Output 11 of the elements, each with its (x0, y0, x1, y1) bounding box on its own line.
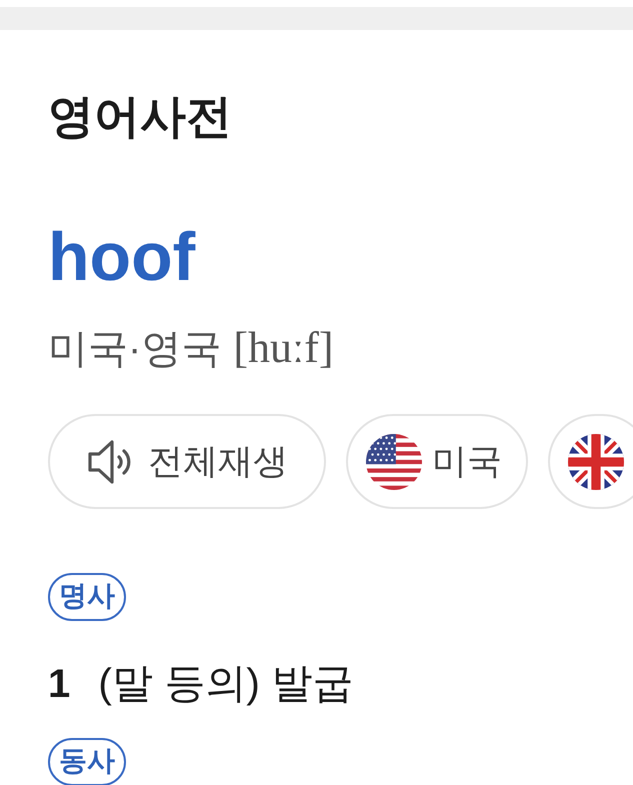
part-of-speech-tag: 명사 (48, 573, 126, 621)
definition-number: 1 (48, 661, 70, 708)
phonetic-transcription: [huːf] (233, 324, 334, 372)
headword: hoof (48, 218, 196, 297)
us-flag-icon (366, 434, 422, 490)
play-all-button[interactable]: 전체재생 (48, 414, 326, 509)
definition-text: (말 등의) 발굽 (98, 659, 354, 707)
pronunciation-button[interactable]: 미국 (346, 414, 528, 509)
part-of-speech-tag: 동사 (48, 738, 126, 785)
pronunciation-region: 미국·영국 (48, 326, 222, 373)
dictionary-title: 영어사전 (48, 90, 233, 142)
